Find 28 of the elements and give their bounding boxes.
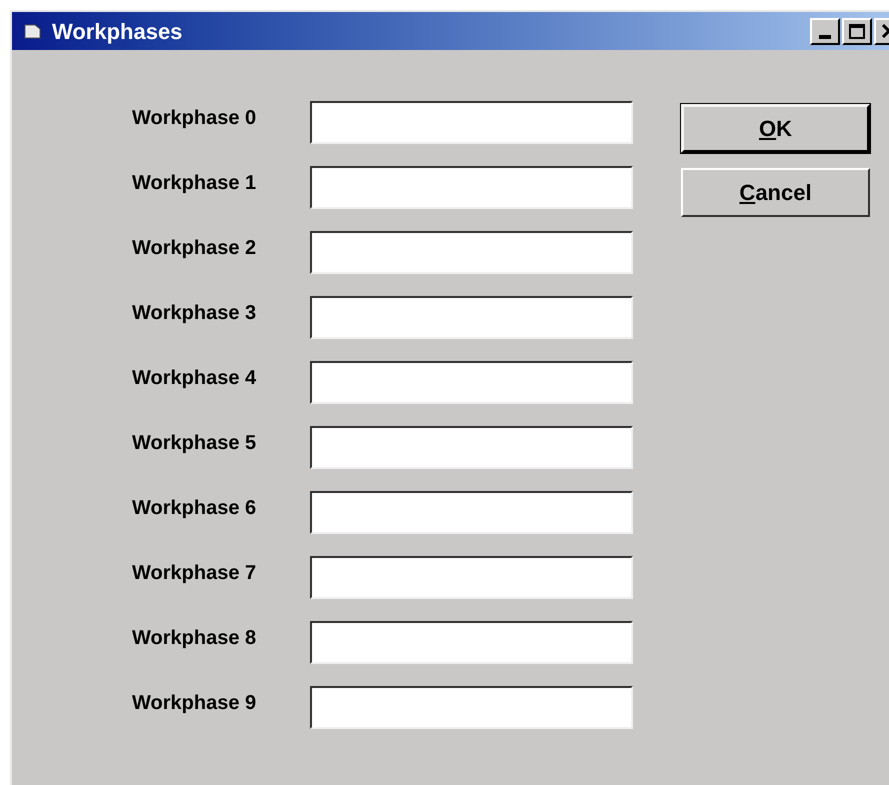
input-field[interactable] <box>310 491 633 534</box>
window-title: Workphases <box>52 18 182 46</box>
field-label: Workphase 2 <box>132 236 258 261</box>
field-label: Workphase 6 <box>132 496 258 521</box>
input-field[interactable] <box>310 231 633 274</box>
field-label: Workphase 5 <box>132 431 258 456</box>
window-icon <box>24 23 42 39</box>
input-field[interactable] <box>310 426 633 469</box>
input-field[interactable] <box>310 686 633 729</box>
field-label: Workphase 9 <box>132 691 258 716</box>
field-label: Workphase 0 <box>132 106 258 131</box>
input-field[interactable] <box>310 621 633 664</box>
field-label: Workphase 7 <box>132 561 258 586</box>
field-label: Workphase 1 <box>132 171 258 196</box>
input-field[interactable] <box>310 101 633 144</box>
input-field[interactable] <box>310 296 633 339</box>
dialog-button[interactable]: Cancel <box>681 168 870 217</box>
maximize-icon <box>849 24 865 38</box>
input-field[interactable] <box>310 361 633 404</box>
field-label: Workphase 3 <box>132 301 258 326</box>
maximize-button[interactable] <box>842 18 872 44</box>
input-field[interactable] <box>310 166 633 209</box>
input-field[interactable] <box>310 556 633 599</box>
dialog-button[interactable]: OK <box>681 104 870 153</box>
minimize-button[interactable] <box>810 18 840 44</box>
minimize-icon <box>819 34 831 38</box>
field-label: Workphase 4 <box>132 366 258 391</box>
field-label: Workphase 8 <box>132 626 258 651</box>
